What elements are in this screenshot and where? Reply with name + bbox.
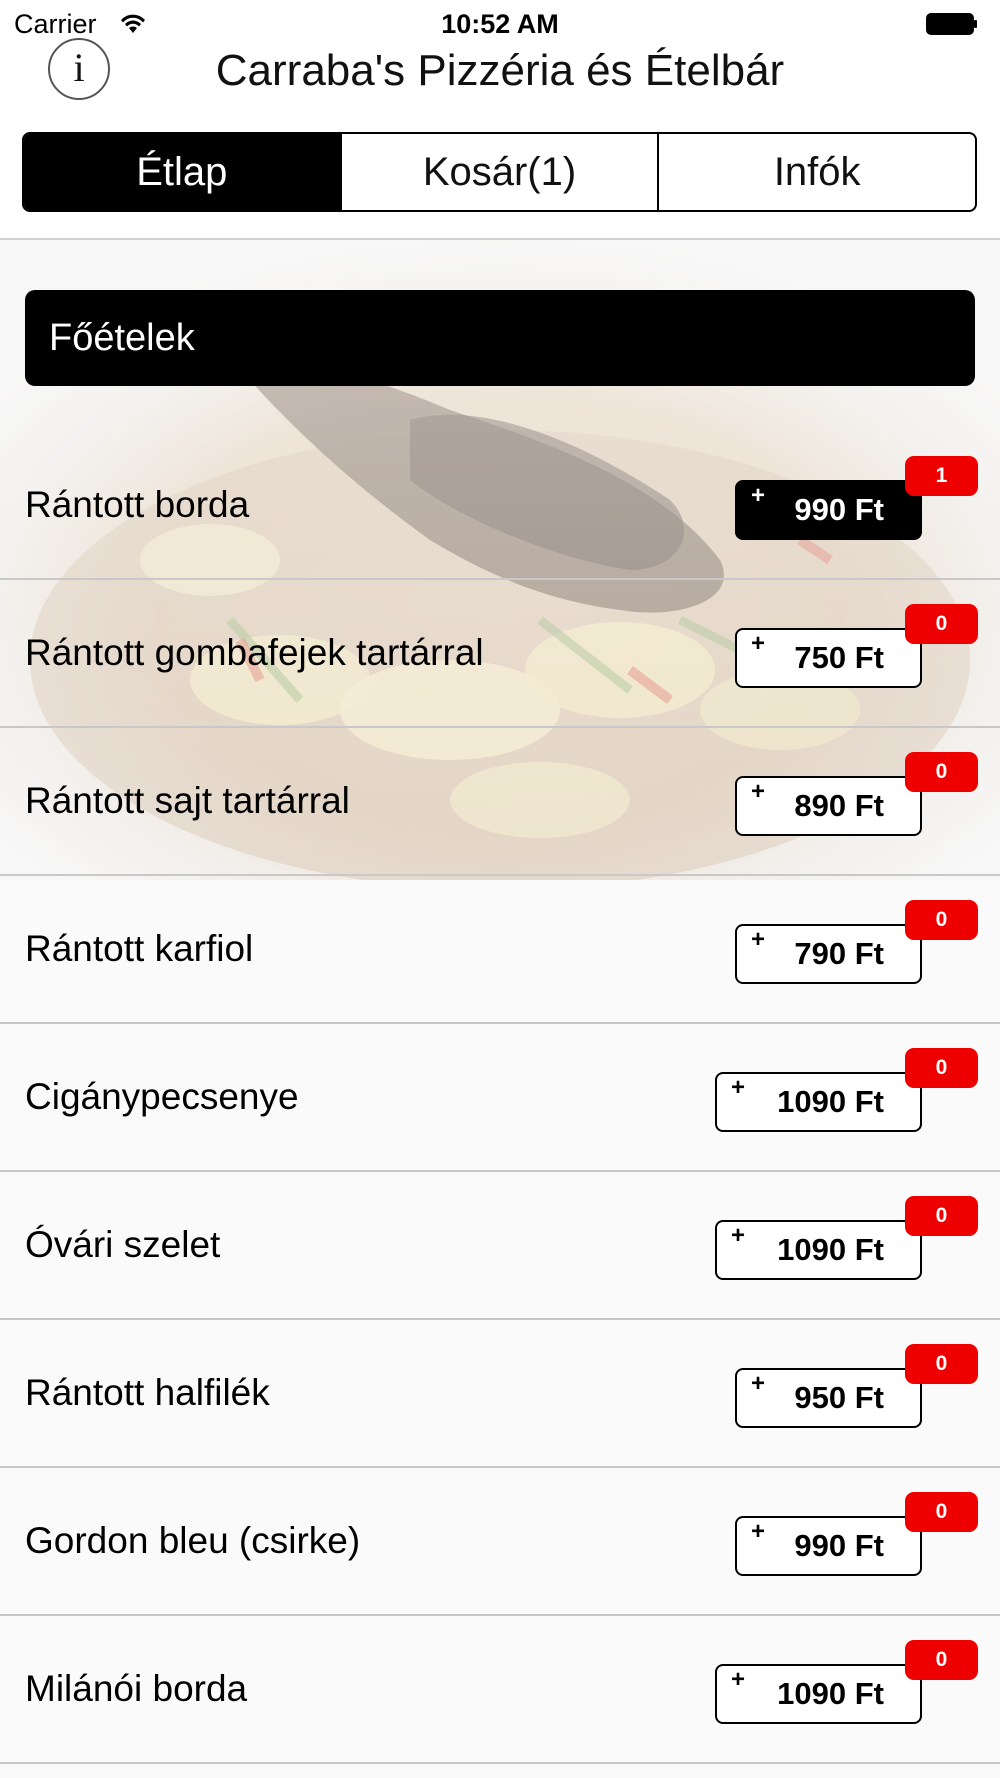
menu-item[interactable]: Rántott sajt tartárral + 890 Ft 0 [0, 728, 1000, 876]
plus-icon: + [751, 1370, 766, 1397]
menu-item-name: Rántott sajt tartárral [25, 780, 350, 821]
menu-item[interactable]: Cigánypecsenye + 1090 Ft 0 [0, 1024, 1000, 1172]
status-time: 10:52 AM [441, 9, 559, 39]
plus-icon: + [751, 778, 766, 805]
price-label: 1090 Ft [777, 1232, 884, 1267]
menu-item-name: Rántott halfilék [25, 1372, 270, 1413]
add-to-cart-button[interactable]: + 1090 Ft [715, 1072, 922, 1132]
quantity-badge: 0 [905, 1196, 978, 1236]
add-to-cart-button[interactable]: + 990 Ft [735, 1516, 922, 1576]
price-label: 750 Ft [794, 640, 884, 675]
menu-item[interactable]: Óvári szelet + 1090 Ft 0 [0, 1172, 1000, 1320]
plus-icon: + [751, 1518, 766, 1545]
menu-item[interactable]: Rántott halfilék + 950 Ft 0 [0, 1320, 1000, 1468]
menu-item[interactable]: Gordon bleu (csirke) + 990 Ft 0 [0, 1468, 1000, 1616]
tab-infok[interactable]: Infók [657, 134, 975, 210]
price-label: 990 Ft [794, 1528, 884, 1563]
menu-item-name: Rántott borda [25, 484, 250, 525]
plus-icon: + [751, 482, 766, 509]
quantity-badge: 1 [905, 456, 978, 496]
menu-list: Rántott borda + 990 Ft 1 Rántott gombafe… [0, 432, 1000, 1764]
plus-icon: + [751, 926, 766, 953]
menu-item[interactable]: Rántott karfiol + 790 Ft 0 [0, 876, 1000, 1024]
add-to-cart-button[interactable]: + 750 Ft [735, 628, 922, 688]
quantity-badge: 0 [905, 1640, 978, 1680]
quantity-badge: 0 [905, 1344, 978, 1384]
add-to-cart-button[interactable]: + 790 Ft [735, 924, 922, 984]
tab-kosar[interactable]: Kosár(1) [339, 134, 658, 210]
quantity-badge: 0 [905, 1048, 978, 1088]
section-header: Főételek [25, 290, 975, 386]
menu-item-name: Milánói borda [25, 1668, 248, 1709]
add-to-cart-button[interactable]: + 1090 Ft [715, 1664, 922, 1724]
status-bar: Carrier 10:52 AM [0, 0, 1000, 50]
menu-item-name: Cigánypecsenye [25, 1076, 299, 1117]
add-to-cart-button[interactable]: + 1090 Ft [715, 1220, 922, 1280]
tab-etlap[interactable]: Étlap [24, 134, 340, 210]
plus-icon: + [731, 1222, 746, 1249]
menu-item[interactable]: Rántott gombafejek tartárral + 750 Ft 0 [0, 580, 1000, 728]
price-label: 790 Ft [794, 936, 884, 971]
add-to-cart-button[interactable]: + 950 Ft [735, 1368, 922, 1428]
add-to-cart-button[interactable]: + 990 Ft [735, 480, 922, 540]
plus-icon: + [731, 1074, 746, 1101]
menu-item-name: Gordon bleu (csirke) [25, 1520, 361, 1561]
quantity-badge: 0 [905, 604, 978, 644]
quantity-badge: 0 [905, 900, 978, 940]
add-to-cart-button[interactable]: + 890 Ft [735, 776, 922, 836]
price-label: 890 Ft [794, 788, 884, 823]
menu-item-name: Rántott karfiol [25, 928, 254, 969]
battery-icon [926, 13, 977, 35]
menu-item-name: Óvári szelet [25, 1224, 221, 1265]
menu-item-name: Rántott gombafejek tartárral [25, 632, 484, 673]
price-label: 950 Ft [794, 1380, 884, 1415]
menu-item[interactable]: Rántott borda + 990 Ft 1 [0, 432, 1000, 580]
quantity-badge: 0 [905, 1492, 978, 1532]
quantity-badge: 0 [905, 752, 978, 792]
page-title: Carraba's Pizzéria és Ételbár [215, 46, 785, 95]
price-label: 990 Ft [794, 492, 884, 527]
price-label: 1090 Ft [777, 1084, 884, 1119]
tab-bar: Étlap Kosár(1) Infók [22, 132, 977, 212]
plus-icon: + [751, 630, 766, 657]
price-label: 1090 Ft [777, 1676, 884, 1711]
plus-icon: + [731, 1666, 746, 1693]
menu-item[interactable]: Milánói borda + 1090 Ft 0 [0, 1616, 1000, 1764]
menu-scroll-area[interactable]: Főételek Rántott borda + 990 Ft 1 Rántot… [0, 240, 1000, 1778]
